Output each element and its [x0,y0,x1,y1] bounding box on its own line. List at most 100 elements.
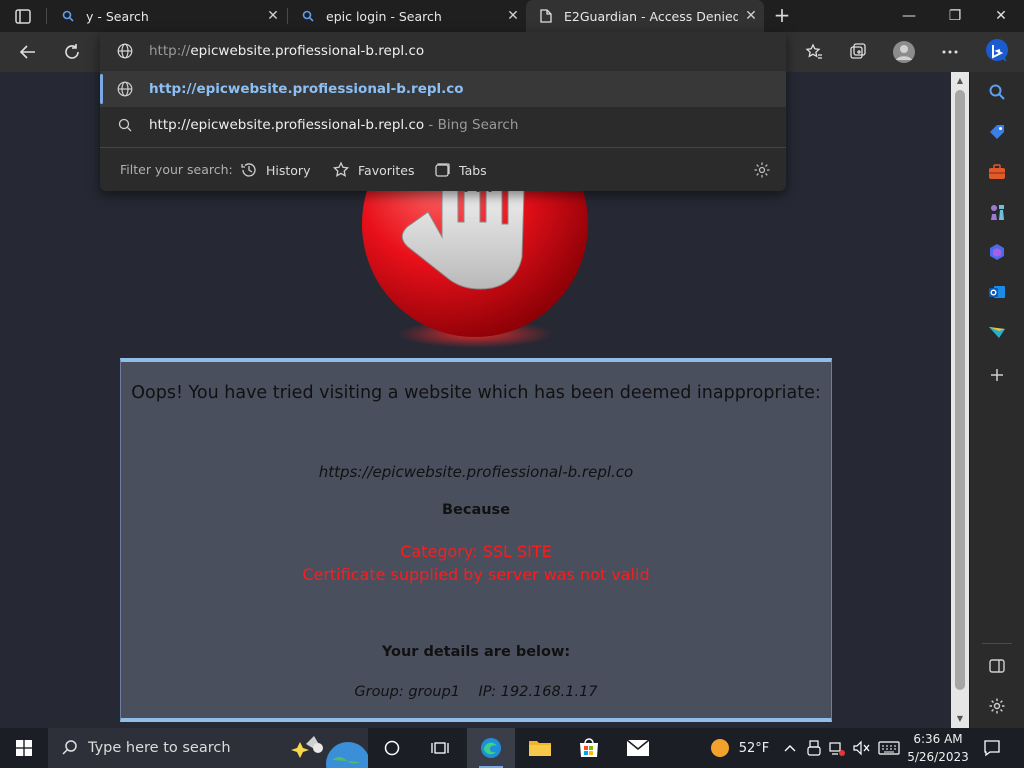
tab-title: epic login - Search [326,8,442,24]
suggestion-url[interactable]: http://epicwebsite.profiessional-b.repl.… [100,71,786,107]
edge-sidebar [970,72,1024,728]
back-button[interactable] [14,38,42,66]
globe-icon [117,81,133,97]
search-icon[interactable] [987,82,1007,102]
restore-button[interactable]: ❐ [932,0,978,32]
new-tab-button[interactable]: + [770,5,794,27]
because-label: Because [441,502,511,518]
drop-send-icon[interactable] [987,322,1007,342]
tab-y-search[interactable]: y - Search ✕ [48,0,286,32]
document-icon [538,8,554,24]
taskbar-store-icon[interactable] [565,728,613,768]
sidebar-settings-icon[interactable] [987,696,1007,716]
sidebar-divider [982,643,1012,644]
tab-close-icon[interactable]: ✕ [500,8,526,24]
tab-epic-login-search[interactable]: epic login - Search ✕ [288,0,526,32]
reason-text: Certificate supplied by server was not v… [302,565,650,584]
block-message-panel: Oops! You have tried visiting a website … [120,358,832,722]
tab-close-icon[interactable]: ✕ [738,8,764,24]
more-menu-icon[interactable] [936,38,964,66]
page-scrollbar[interactable]: ▲ ▼ [951,72,969,728]
close-window-button[interactable]: ✕ [978,0,1024,32]
suggestion-url-text: http://epicwebsite.profiessional-b.repl.… [149,81,464,97]
games-chess-icon[interactable] [987,202,1007,222]
favorites-icon[interactable] [800,38,828,66]
task-view-icon[interactable] [418,728,462,768]
tools-briefcase-icon[interactable] [987,162,1007,182]
show-hidden-icons-chevron-icon[interactable] [780,728,800,768]
clock-time: 6:36 AM [913,732,963,746]
address-bar-dropdown: http://epicwebsite.profiessional-b.repl.… [100,32,786,191]
tab-close-icon[interactable]: ✕ [260,8,286,24]
network-icon[interactable] [826,728,848,768]
tab-title: y - Search [86,8,149,24]
scroll-thumb[interactable] [955,90,965,690]
taskbar-search-box[interactable]: Type here to search [48,728,370,768]
keyboard-icon[interactable] [876,728,902,768]
filter-tabs-label: Tabs [459,162,487,178]
group-ip-line: Group: group1 IP: 192.168.1.17 [354,684,598,700]
suggestion-search-text: http://epicwebsite.profiessional-b.repl.… [149,117,518,133]
windows-start-icon[interactable] [0,728,48,768]
history-icon [241,163,256,177]
address-host: epicwebsite.profiessional-b.repl.co [190,43,425,59]
tab-actions-icon[interactable] [10,6,38,28]
filter-favorites[interactable]: Favorites [332,160,414,180]
search-filter-bar: Filter your search: History Favorites Ta… [100,148,786,191]
search-highlight-illustration-icon [290,730,370,768]
address-scheme: http:// [149,43,191,59]
block-heading: Oops! You have tried visiting a website … [131,383,821,403]
star-icon [332,161,350,177]
add-sidebar-item-icon[interactable] [987,365,1007,385]
taskbar-file-explorer-icon[interactable] [516,728,564,768]
volume-muted-icon[interactable] [850,728,872,768]
filter-label: Filter your search: [120,162,233,177]
filter-tabs[interactable]: Tabs [433,160,487,180]
filter-history-label: History [266,162,311,178]
tab-title: E2Guardian - Access Denied [564,8,738,24]
details-heading: Your details are below: [381,644,571,660]
windows-taskbar: Type here to search 52°F 6:36 AM 5/26/20… [0,728,1024,768]
filter-history[interactable]: History [240,160,310,180]
category-text: Category: SSL SITE [400,542,552,561]
weather-sun-icon[interactable] [704,728,736,768]
cortana-icon[interactable] [370,728,414,768]
profile-avatar[interactable] [890,38,918,66]
taskbar-edge-icon[interactable] [467,728,515,768]
tabs-icon [435,163,450,177]
usb-device-icon[interactable] [804,728,824,768]
blocked-url: https://epicwebsite.profiessional-b.repl… [318,463,634,481]
refresh-button[interactable] [58,38,86,66]
hide-sidebar-icon[interactable] [987,656,1007,676]
tab-strip: y - Search ✕ epic login - Search ✕ E2Gua… [0,0,1024,32]
search-icon [61,739,79,761]
bing-search-icon [300,8,316,24]
bing-search-icon [60,8,76,24]
notifications-icon[interactable] [978,728,1006,768]
clock-date: 5/26/2023 [907,750,969,764]
shopping-tag-icon[interactable] [987,122,1007,142]
block-reason: Category: SSL SITE Certificate supplied … [121,540,831,586]
suggestion-bing-search[interactable]: http://epicwebsite.profiessional-b.repl.… [100,107,786,143]
bing-chat-icon[interactable] [982,36,1012,68]
globe-icon [117,43,133,63]
search-icon [117,117,133,133]
search-settings-gear-icon[interactable] [753,161,771,182]
filter-favorites-label: Favorites [358,162,415,178]
outlook-icon[interactable] [987,282,1007,302]
suggestion-query: http://epicwebsite.profiessional-b.repl.… [149,117,425,133]
scroll-down-icon[interactable]: ▼ [955,714,965,723]
minimize-button[interactable]: — [886,0,932,32]
suggestion-suffix: - Bing Search [424,117,519,133]
weather-temperature[interactable]: 52°F [736,728,772,768]
address-bar-input[interactable]: http://epicwebsite.profiessional-b.repl.… [100,32,786,70]
address-text: http://epicwebsite.profiessional-b.repl.… [149,43,424,59]
system-clock[interactable]: 6:36 AM 5/26/2023 [905,730,971,766]
microsoft-365-icon[interactable] [987,242,1007,262]
collections-icon[interactable] [844,38,872,66]
taskbar-search-placeholder: Type here to search [88,740,231,756]
tab-e2guardian[interactable]: E2Guardian - Access Denied ✕ [526,0,764,32]
selection-bar [100,74,103,104]
taskbar-mail-icon[interactable] [614,728,662,768]
scroll-up-icon[interactable]: ▲ [955,76,965,85]
